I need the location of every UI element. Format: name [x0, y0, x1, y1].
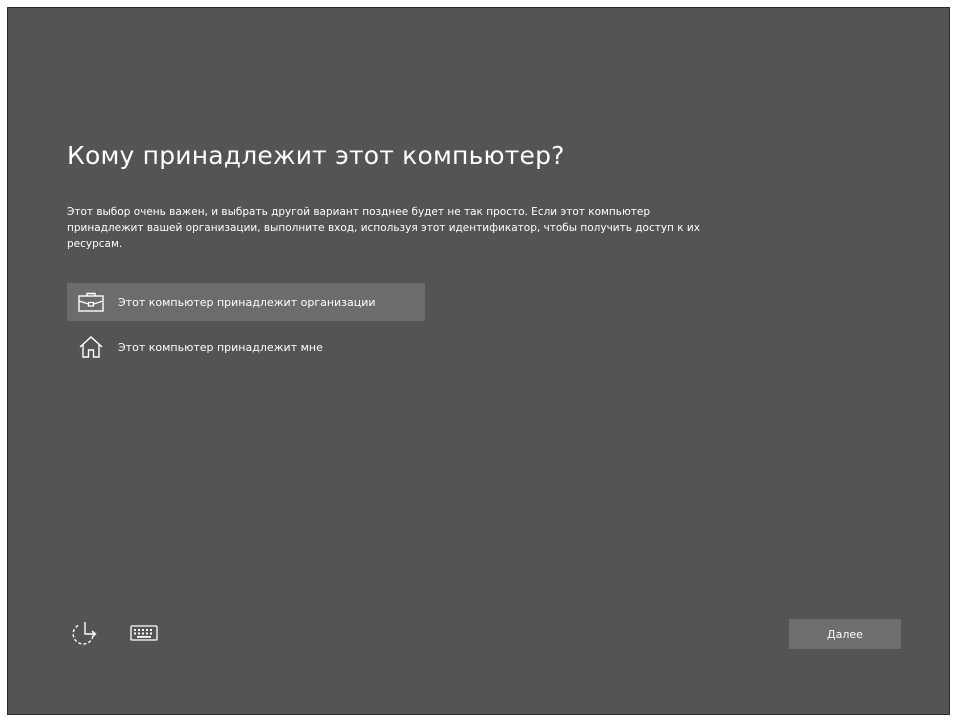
option-organization-label: Этот компьютер принадлежит организации: [118, 295, 376, 309]
next-button[interactable]: Далее: [789, 619, 901, 649]
option-organization[interactable]: Этот компьютер принадлежит организации: [67, 283, 425, 321]
keyboard-icon[interactable]: [129, 620, 159, 646]
home-icon: [76, 335, 106, 359]
option-personal[interactable]: Этот компьютер принадлежит мне: [67, 328, 425, 366]
option-personal-label: Этот компьютер принадлежит мне: [118, 340, 323, 354]
page-description: Этот выбор очень важен, и выбрать другой…: [67, 206, 700, 250]
page-title: Кому принадлежит этот компьютер?: [67, 141, 565, 170]
briefcase-icon: [76, 290, 106, 314]
ease-of-access-icon[interactable]: [69, 619, 103, 649]
setup-screen: Кому принадлежит этот компьютер? Этот вы…: [7, 7, 950, 715]
